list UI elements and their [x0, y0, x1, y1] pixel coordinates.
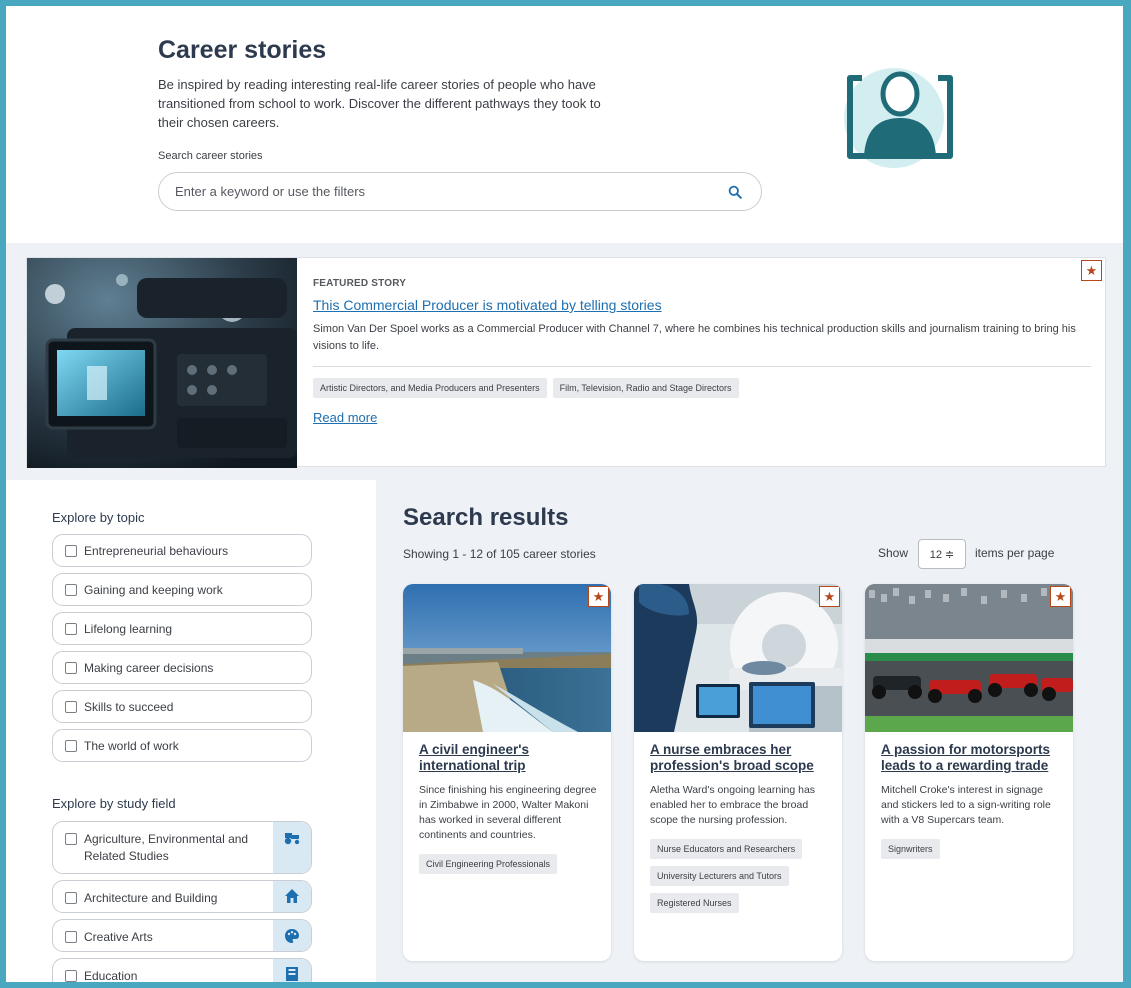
- favourite-star-icon[interactable]: ★: [819, 586, 840, 607]
- topic-filter-label: Skills to succeed: [84, 699, 174, 714]
- story-tags: Signwriters: [881, 839, 1059, 859]
- story-description: Aletha Ward's ongoing learning has enabl…: [650, 784, 816, 826]
- results-title: Search results: [403, 504, 569, 531]
- occupation-tag[interactable]: Civil Engineering Professionals: [419, 854, 558, 874]
- checkbox[interactable]: [65, 700, 77, 713]
- occupation-tag[interactable]: Artistic Directors, and Media Producers …: [313, 378, 547, 398]
- occupation-tag[interactable]: University Lecturers and Tutors: [650, 866, 789, 886]
- featured-eyebrow: FEATURED STORY: [313, 278, 407, 289]
- study-field-label: Architecture and Building: [84, 891, 218, 905]
- study-field-architecture[interactable]: Architecture and Building: [52, 880, 312, 913]
- story-content: A nurse embraces her profession's broad …: [650, 742, 828, 913]
- search-box: [158, 172, 762, 211]
- story-tags: Civil Engineering Professionals: [419, 854, 597, 874]
- topic-filter-gaining-and-keeping-work[interactable]: Gaining and keeping work: [52, 573, 312, 606]
- story-content: A civil engineer's international trip Si…: [419, 742, 597, 874]
- story-title-link[interactable]: A nurse embraces her profession's broad …: [650, 742, 828, 774]
- featured-story-card: FEATURED STORY This Commercial Producer …: [26, 257, 1106, 468]
- occupation-tag[interactable]: Nurse Educators and Researchers: [650, 839, 803, 859]
- occupation-tag[interactable]: Film, Television, Radio and Stage Direct…: [552, 378, 739, 398]
- study-field-education[interactable]: Education: [52, 958, 312, 988]
- topic-filter-entrepreneurial-behaviours[interactable]: Entrepreneurial behaviours: [52, 534, 312, 567]
- favourite-star-icon[interactable]: ★: [1081, 260, 1102, 281]
- checkbox[interactable]: [65, 622, 77, 635]
- featured-story-title-link[interactable]: This Commercial Producer is motivated by…: [313, 297, 1091, 313]
- study-field-label: Agriculture, Environmental and Related S…: [84, 832, 249, 863]
- study-field-label-wrap: Agriculture, Environmental and Related S…: [53, 822, 273, 865]
- story-card: ★ A passion for motorsports leads to a r…: [865, 584, 1073, 961]
- topic-filter-label: The world of work: [84, 738, 179, 753]
- checkbox[interactable]: [65, 583, 77, 596]
- show-label: Show: [878, 546, 909, 560]
- topic-filter-the-world-of-work[interactable]: The world of work: [52, 729, 312, 762]
- explore-by-topic-heading: Explore by topic: [52, 510, 145, 525]
- checkbox[interactable]: [65, 661, 77, 674]
- palette-icon: [273, 920, 311, 951]
- story-title-link[interactable]: A civil engineer's international trip: [419, 742, 597, 774]
- study-field-label: Education: [84, 969, 138, 983]
- favourite-star-icon[interactable]: ★: [588, 586, 609, 607]
- house-icon: [273, 881, 311, 912]
- featured-story-description: Simon Van Der Spoel works as a Commercia…: [313, 323, 1076, 352]
- explore-by-study-field-heading: Explore by study field: [52, 796, 176, 811]
- story-description: Mitchell Croke's interest in signage and…: [881, 784, 1051, 826]
- filter-sidebar: Explore by topic Entrepreneurial behavio…: [6, 480, 376, 988]
- book-icon: [273, 959, 311, 988]
- story-description: Since finishing his engineering degree i…: [419, 784, 597, 841]
- search-input[interactable]: [175, 184, 725, 199]
- search-icon[interactable]: [725, 182, 745, 202]
- search-label: Search career stories: [158, 150, 263, 162]
- featured-story-body: FEATURED STORY This Commercial Producer …: [313, 278, 1091, 427]
- story-title-link[interactable]: A passion for motorsports leads to a rew…: [881, 742, 1059, 774]
- topic-filter-label: Entrepreneurial behaviours: [84, 543, 229, 558]
- study-field-label-wrap: Creative Arts: [53, 920, 273, 946]
- topic-filter-label: Lifelong learning: [84, 621, 173, 636]
- study-field-label-wrap: Education: [53, 959, 273, 985]
- topic-filter-label: Gaining and keeping work: [84, 582, 223, 597]
- page-intro: Be inspired by reading interesting real-…: [158, 77, 601, 130]
- results-count: Showing 1 - 12 of 105 career stories: [403, 547, 596, 561]
- favourite-star-icon[interactable]: ★: [1050, 586, 1071, 607]
- story-content: A passion for motorsports leads to a rew…: [881, 742, 1059, 859]
- topic-filter-making-career-decisions[interactable]: Making career decisions: [52, 651, 312, 684]
- topic-filter-lifelong-learning[interactable]: Lifelong learning: [52, 612, 312, 645]
- page-header: Career stories Be inspired by reading in…: [6, 6, 1123, 243]
- story-tags: Nurse Educators and Researchers Universi…: [650, 839, 828, 913]
- dam-spillway-image: [403, 584, 611, 732]
- study-field-agriculture[interactable]: Agriculture, Environmental and Related S…: [52, 821, 312, 874]
- checkbox[interactable]: [65, 544, 77, 557]
- featured-tags: Artistic Directors, and Media Producers …: [313, 378, 1091, 398]
- study-field-creative-arts[interactable]: Creative Arts: [52, 919, 312, 952]
- occupation-tag[interactable]: Registered Nurses: [650, 893, 739, 913]
- motorsport-race-image: [865, 584, 1073, 732]
- search-results: Search results Showing 1 - 12 of 105 car…: [376, 480, 1123, 982]
- page-title: Career stories: [158, 36, 327, 64]
- checkbox[interactable]: [65, 892, 77, 904]
- topic-filter-label: Making career decisions: [84, 660, 214, 675]
- checkbox[interactable]: [65, 739, 77, 752]
- read-more-link[interactable]: Read more: [313, 410, 377, 425]
- tractor-icon: [273, 822, 311, 873]
- featured-section: FEATURED STORY This Commercial Producer …: [6, 243, 1123, 480]
- topic-filter-skills-to-succeed[interactable]: Skills to succeed: [52, 690, 312, 723]
- items-per-page-select[interactable]: 12 ≑: [918, 539, 966, 569]
- person-in-frame-icon: [836, 56, 956, 171]
- items-per-page-label: items per page: [975, 546, 1055, 560]
- study-field-label: Creative Arts: [84, 930, 153, 944]
- checkbox[interactable]: [65, 931, 77, 943]
- checkbox[interactable]: [65, 833, 77, 845]
- study-field-label-wrap: Architecture and Building: [53, 881, 273, 907]
- occupation-tag[interactable]: Signwriters: [881, 839, 940, 859]
- story-card: ★ A nurse embraces her profession's broa…: [634, 584, 842, 961]
- divider: [313, 366, 1091, 367]
- checkbox[interactable]: [65, 970, 77, 982]
- nurse-ct-scan-image: [634, 584, 842, 732]
- story-card: ★ A civil engineer's international trip …: [403, 584, 611, 961]
- featured-story-image: [27, 258, 297, 468]
